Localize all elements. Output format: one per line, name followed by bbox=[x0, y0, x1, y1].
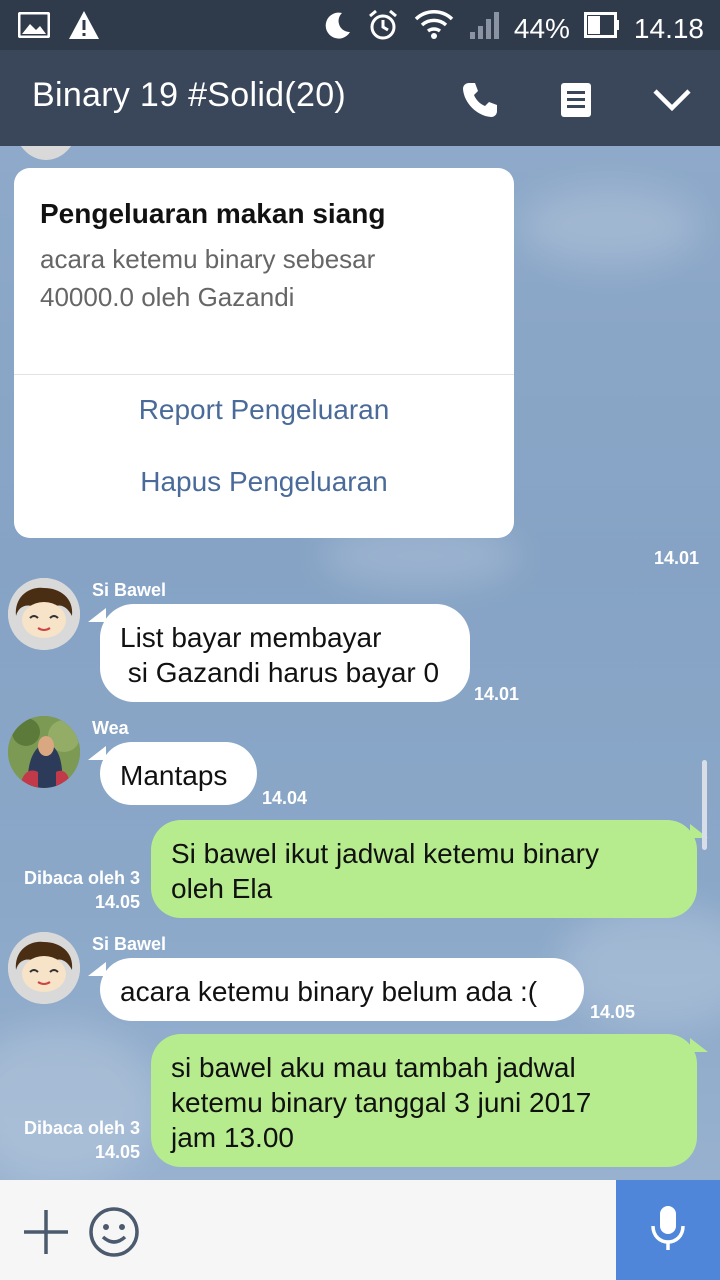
message-bubble[interactable]: List bayar membayar si Gazandi harus bay… bbox=[100, 604, 470, 702]
phone-icon[interactable] bbox=[458, 78, 502, 122]
sender-name: Si Bawel bbox=[92, 934, 167, 954]
warning-icon bbox=[68, 10, 100, 45]
message-bubble[interactable]: si bawel aku mau tambah jadwal ketemu bi… bbox=[151, 1034, 697, 1167]
sender-name: Si Bawel bbox=[92, 580, 167, 600]
read-receipt: Dibaca oleh 3 14.05 bbox=[23, 868, 140, 912]
message-time: 14.01 bbox=[474, 684, 520, 704]
avatar-si-bawel[interactable] bbox=[8, 932, 80, 1004]
chat-area[interactable]: Pengeluaran makan siang acara ketemu bin… bbox=[0, 146, 720, 1180]
chevron-down-icon[interactable] bbox=[650, 78, 694, 122]
message-time: 14.04 bbox=[262, 788, 308, 808]
message-time: 14.05 bbox=[590, 1002, 636, 1022]
clock-text: 14.18 bbox=[633, 12, 704, 44]
battery-icon bbox=[583, 12, 620, 45]
microphone-icon bbox=[650, 1204, 686, 1257]
emoji-icon[interactable] bbox=[88, 1206, 140, 1263]
message-input[interactable] bbox=[160, 1190, 600, 1270]
message-bubble[interactable]: acara ketemu binary belum ada :( bbox=[100, 958, 584, 1021]
read-receipt: Dibaca oleh 3 14.05 bbox=[23, 1118, 140, 1162]
alarm-icon bbox=[366, 8, 400, 49]
card-time: 14.01 bbox=[654, 548, 700, 568]
divider bbox=[14, 374, 514, 375]
microphone-button[interactable] bbox=[616, 1180, 720, 1280]
chat-title: Binary 19 #Solid(20) bbox=[32, 76, 347, 114]
sender-name: Wea bbox=[92, 718, 129, 738]
status-bar: 44% 14.18 bbox=[0, 0, 720, 50]
avatar bbox=[14, 146, 78, 160]
battery-text: 44% bbox=[513, 12, 570, 44]
message-bubble[interactable]: Mantaps bbox=[100, 742, 257, 805]
expense-card: Pengeluaran makan siang acara ketemu bin… bbox=[14, 168, 514, 538]
plus-icon[interactable] bbox=[22, 1208, 70, 1261]
delete-expense-link[interactable]: Hapus Pengeluaran bbox=[14, 466, 514, 498]
signal-icon bbox=[468, 10, 500, 47]
scrollbar[interactable] bbox=[702, 760, 707, 850]
moon-icon bbox=[322, 10, 352, 47]
chat-header: Binary 19 #Solid(20) bbox=[0, 50, 720, 146]
image-icon bbox=[17, 11, 51, 43]
card-body: acara ketemu binary sebesar 40000.0 oleh… bbox=[40, 244, 376, 312]
avatar-wea[interactable] bbox=[8, 716, 80, 788]
card-title: Pengeluaran makan siang bbox=[40, 198, 386, 229]
wifi-icon bbox=[414, 9, 454, 48]
report-expense-link[interactable]: Report Pengeluaran bbox=[14, 394, 514, 426]
input-bar bbox=[0, 1180, 720, 1280]
notes-icon[interactable] bbox=[554, 78, 598, 122]
message-bubble[interactable]: Si bawel ikut jadwal ketemu binary oleh … bbox=[151, 820, 697, 918]
avatar-si-bawel[interactable] bbox=[8, 578, 80, 650]
